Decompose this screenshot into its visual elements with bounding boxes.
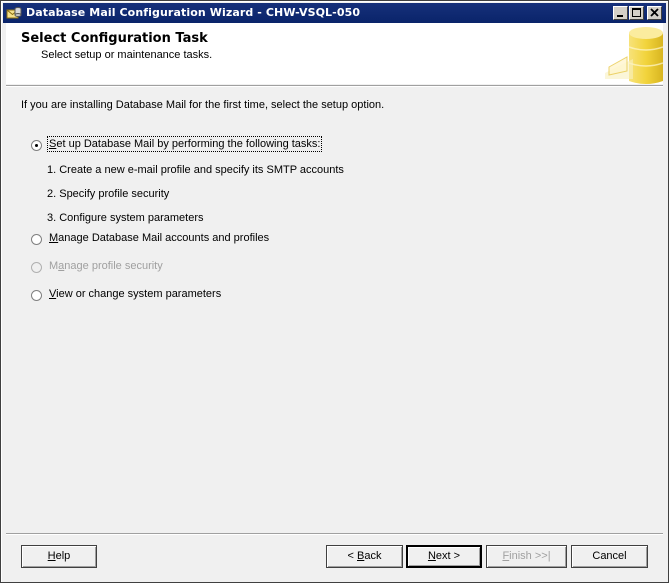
page-title: Select Configuration Task	[21, 31, 208, 46]
cancel-button[interactable]: Cancel	[571, 545, 648, 568]
maximize-icon	[632, 8, 641, 17]
manage-security-radio	[31, 262, 42, 273]
manage-accounts-radio[interactable]	[31, 234, 42, 245]
manage-accounts-label[interactable]: Manage Database Mail accounts and profil…	[49, 232, 269, 244]
setup-radio[interactable]	[31, 140, 42, 151]
minimize-icon	[617, 15, 623, 17]
next-button[interactable]: Next >	[406, 545, 482, 568]
close-icon	[650, 8, 659, 17]
wizard-window: Database Mail Configuration Wizard - CHW…	[0, 0, 669, 583]
system-params-radio[interactable]	[31, 290, 42, 301]
maximize-button[interactable]	[629, 6, 644, 20]
wizard-header: Select Configuration Task Select setup o…	[6, 23, 664, 84]
page-subtitle: Select setup or maintenance tasks.	[41, 49, 213, 61]
finish-button: Finish >>|	[486, 545, 567, 568]
database-mail-icon	[6, 5, 22, 21]
intro-text: If you are installing Database Mail for …	[21, 99, 385, 111]
database-cylinder-icon	[603, 23, 664, 84]
manage-security-label: Manage profile security	[49, 260, 163, 272]
minimize-button[interactable]	[613, 6, 628, 20]
footer-divider	[6, 533, 663, 535]
system-params-label[interactable]: View or change system parameters	[49, 288, 221, 300]
header-divider	[6, 85, 663, 87]
setup-step-3: 3. Configure system parameters	[47, 212, 204, 224]
setup-label[interactable]: Set up Database Mail by performing the f…	[46, 136, 323, 152]
back-button[interactable]: < Back	[326, 545, 403, 568]
title-bar[interactable]: Database Mail Configuration Wizard - CHW…	[3, 3, 666, 23]
window-title: Database Mail Configuration Wizard - CHW…	[26, 6, 361, 19]
help-button[interactable]: Help	[21, 545, 97, 568]
setup-step-2: 2. Specify profile security	[47, 188, 170, 200]
setup-step-1: 1. Create a new e-mail profile and speci…	[47, 164, 344, 176]
close-button[interactable]	[647, 6, 662, 20]
